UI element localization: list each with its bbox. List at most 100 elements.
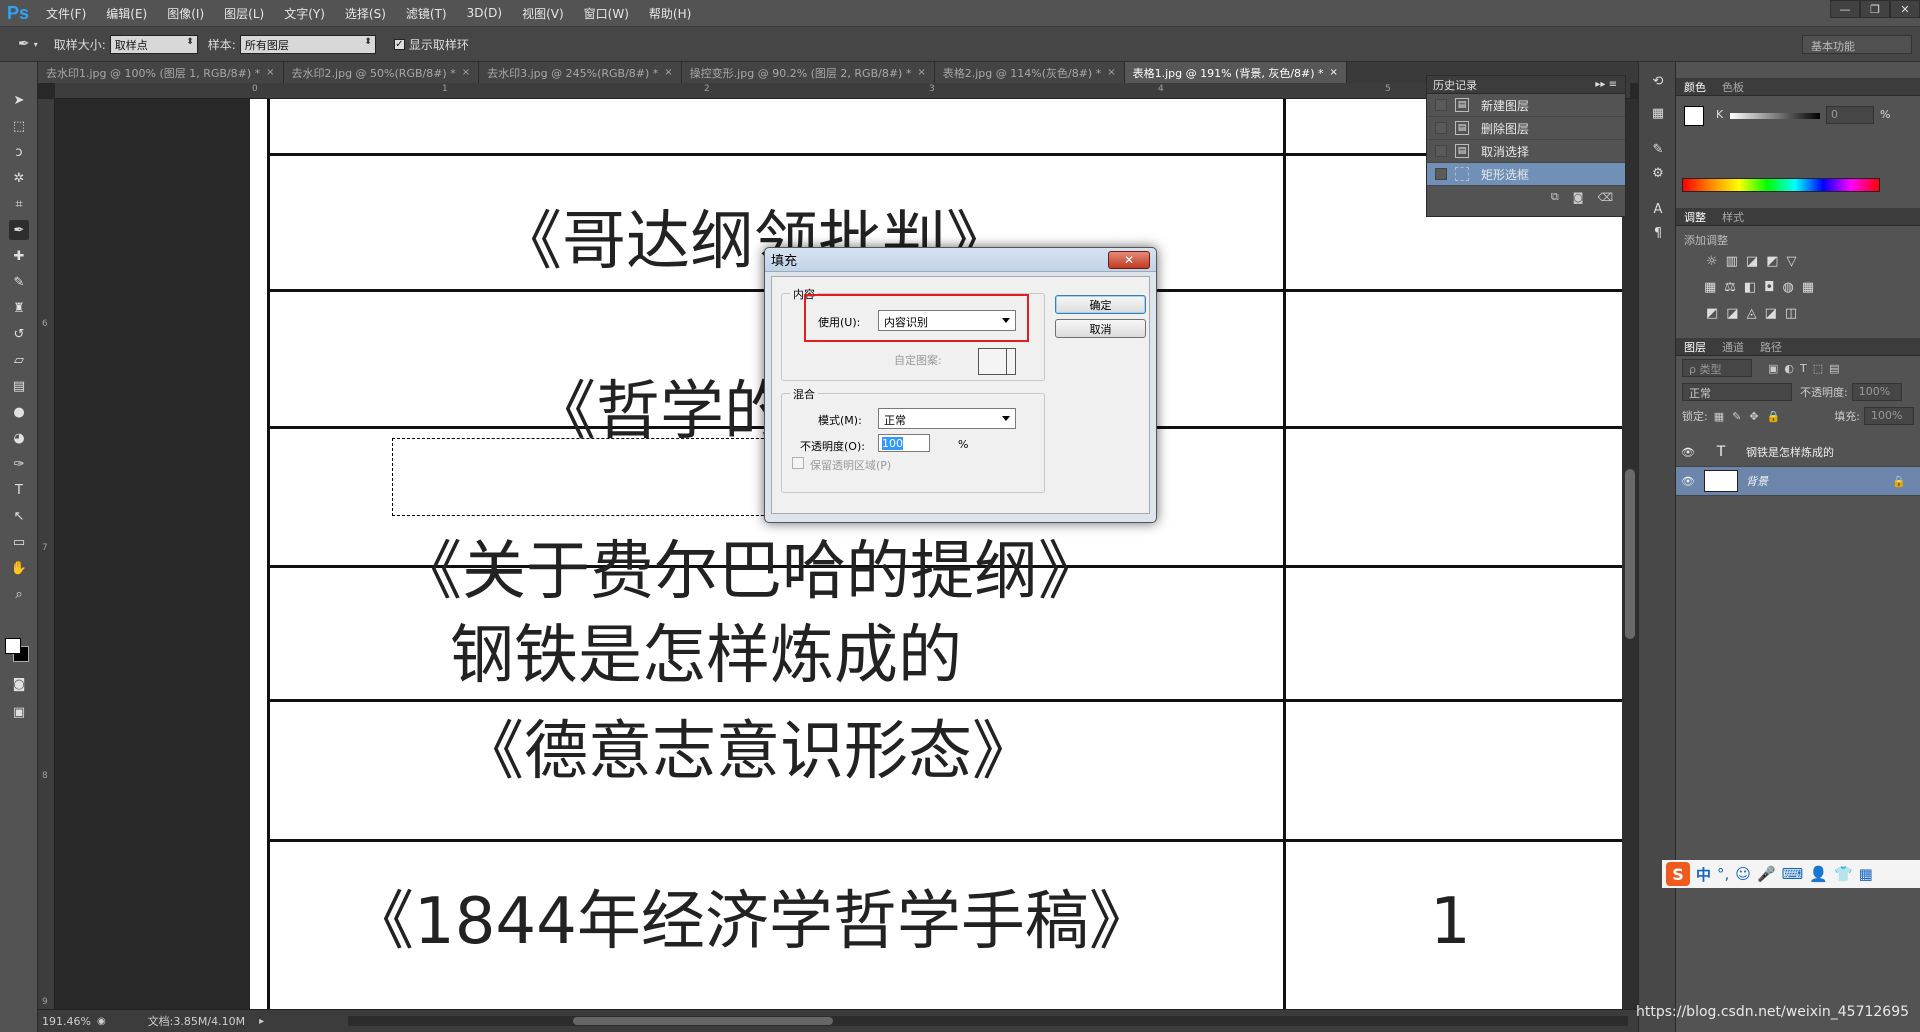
layer-row[interactable]: 👁 T 钢铁是怎样炼成的 (1676, 438, 1920, 467)
color-channel-slider[interactable] (1730, 113, 1820, 119)
marquee-tool-icon[interactable]: ⬚ (9, 116, 29, 136)
sogou-logo-icon[interactable]: S (1666, 862, 1690, 886)
sample-size-select[interactable]: 取样点 (109, 34, 198, 54)
tab-layers[interactable]: 图层 (1676, 339, 1714, 355)
tab-styles[interactable]: 样式 (1714, 209, 1752, 225)
foreground-color-swatch[interactable] (5, 638, 21, 654)
visibility-eye-icon[interactable]: 👁 (1676, 446, 1700, 459)
gradient-tool-icon[interactable]: ▤ (9, 376, 29, 396)
menu-layer[interactable]: 图层(L) (214, 5, 274, 22)
pen-tool-icon[interactable]: ✑ (9, 454, 29, 474)
eyedropper-tool-icon[interactable]: ✒ (9, 220, 29, 240)
preset-dropdown-icon[interactable]: ▾ (34, 40, 38, 49)
magic-wand-tool-icon[interactable]: ✲ (9, 168, 29, 188)
visibility-eye-icon[interactable]: 👁 (1676, 475, 1700, 488)
history-checkbox[interactable] (1435, 168, 1447, 180)
tab-document[interactable]: 表格2.jpg @ 114%(灰色/8#) * × (934, 62, 1125, 83)
history-checkbox[interactable] (1435, 145, 1447, 157)
zoom-tool-icon[interactable]: ⌕ (9, 584, 29, 604)
type-tool-icon[interactable]: T (9, 480, 29, 500)
ime-mode[interactable]: 中 (1696, 864, 1711, 885)
tab-close-icon[interactable]: × (917, 67, 925, 78)
sample-select[interactable]: 所有图层 (239, 34, 376, 54)
layer-fill-input[interactable]: 100% (1864, 407, 1914, 425)
toolbox-icon[interactable]: ▦ (1859, 865, 1873, 883)
healing-brush-tool-icon[interactable]: ✚ (9, 246, 29, 266)
vertical-scrollbar[interactable] (1622, 99, 1638, 1009)
skin-icon[interactable]: 👕 (1834, 865, 1853, 883)
tab-channels[interactable]: 通道 (1714, 339, 1752, 355)
panel-menu-icon[interactable]: ▸▸ ≡ (1595, 79, 1617, 90)
status-info-icon[interactable]: ◉ (97, 1016, 106, 1027)
properties-icon[interactable]: ▦ (1647, 102, 1669, 124)
tab-document[interactable]: 去水印3.jpg @ 245%(RGB/8#) * × (479, 62, 682, 83)
color-spectrum-bar[interactable] (1682, 178, 1880, 192)
history-checkbox[interactable] (1435, 99, 1447, 111)
tab-document[interactable]: 去水印1.jpg @ 100% (图层 1, RGB/8#) * × (38, 62, 284, 83)
scrollbar-thumb[interactable] (1625, 469, 1635, 639)
menu-3d[interactable]: 3D(D) (457, 6, 512, 20)
eyedropper-tool-preset-icon[interactable]: ✒ (18, 36, 30, 52)
blur-tool-icon[interactable]: ● (9, 402, 29, 422)
brush-presets-icon[interactable]: ✎ (1647, 138, 1669, 160)
dialog-title-bar[interactable]: 填充 (765, 248, 1156, 272)
history-item[interactable]: ▤ 删除图层 (1427, 117, 1625, 140)
minimize-button[interactable]: — (1830, 0, 1860, 18)
tab-adjustments[interactable]: 调整 (1676, 209, 1714, 225)
adjustment-icons-row-1[interactable]: ☼▥◪◩▽ (1706, 254, 1805, 269)
lock-icons[interactable]: ▦✎✥🔒 (1714, 410, 1789, 423)
keyboard-icon[interactable]: ⌨ (1782, 865, 1804, 883)
workspace-select[interactable]: 基本功能 (1802, 35, 1912, 54)
show-sampling-ring-checkbox[interactable]: ✓ (393, 38, 405, 50)
mode-select[interactable]: 正常 (878, 408, 1016, 429)
zoom-level[interactable]: 191.46% (42, 1015, 91, 1028)
brush-tool-icon[interactable]: ✎ (9, 272, 29, 292)
history-item[interactable]: ▤ 新建图层 (1427, 94, 1625, 117)
scrollbar-thumb[interactable] (573, 1017, 833, 1025)
history-item-active[interactable]: 矩形选框 (1427, 163, 1625, 186)
clone-stamp-tool-icon[interactable]: ♜ (9, 298, 29, 318)
tab-close-icon[interactable]: × (266, 67, 274, 78)
tool-presets-icon[interactable]: ⚙ (1647, 162, 1669, 184)
blend-mode-select[interactable]: 正常 (1682, 383, 1792, 401)
menu-window[interactable]: 窗口(W) (574, 5, 639, 22)
menu-edit[interactable]: 编辑(E) (96, 5, 157, 22)
horizontal-scrollbar[interactable] (348, 1016, 1628, 1026)
shape-tool-icon[interactable]: ▭ (9, 532, 29, 552)
custom-pattern-picker[interactable] (978, 348, 1016, 375)
character-panel-icon[interactable]: A (1647, 198, 1669, 220)
foreground-color-chip[interactable] (1684, 106, 1704, 126)
tab-document[interactable]: 去水印2.jpg @ 50%(RGB/8#) * × (283, 62, 480, 83)
menu-help[interactable]: 帮助(H) (639, 5, 701, 22)
history-panel-icon[interactable]: ⟲ (1647, 70, 1669, 92)
paragraph-panel-icon[interactable]: ¶ (1647, 222, 1669, 244)
ok-button[interactable]: 确定 (1055, 295, 1146, 314)
adjustment-icons-row-3[interactable]: ◩◪◬◪◫ (1706, 306, 1805, 321)
trash-icon[interactable]: ⌫ (1597, 191, 1613, 204)
dodge-tool-icon[interactable]: ◕ (9, 428, 29, 448)
menu-view[interactable]: 视图(V) (512, 5, 574, 22)
eraser-tool-icon[interactable]: ▱ (9, 350, 29, 370)
tab-close-icon[interactable]: × (664, 67, 672, 78)
layer-filter-select[interactable]: ρ 类型 (1682, 359, 1752, 377)
layer-row-active[interactable]: 👁 背景 🔒 (1676, 467, 1920, 496)
history-checkbox[interactable] (1435, 122, 1447, 134)
tab-close-icon[interactable]: × (1107, 67, 1115, 78)
adjustment-icons-row-2[interactable]: ▦⚖◧◘◍▦ (1704, 280, 1822, 295)
tab-close-icon[interactable]: × (1330, 67, 1338, 78)
history-brush-tool-icon[interactable]: ↺ (9, 324, 29, 344)
menu-select[interactable]: 选择(S) (335, 5, 396, 22)
history-item[interactable]: ▤ 取消选择 (1427, 140, 1625, 163)
screen-mode-icon[interactable]: ▣ (9, 702, 29, 722)
tab-paths[interactable]: 路径 (1752, 339, 1790, 355)
camera-icon[interactable]: ◙ (1573, 191, 1584, 204)
cancel-button[interactable]: 取消 (1055, 319, 1146, 338)
hand-tool-icon[interactable]: ✋ (9, 558, 29, 578)
user-icon[interactable]: 👤 (1809, 865, 1828, 883)
move-tool-icon[interactable]: ➤ (9, 90, 29, 110)
color-channel-input[interactable]: 0 (1826, 106, 1874, 124)
canvas-area[interactable]: 《哥达纲领批判》 《哲学的 《关于费尔巴哈的提纲》 钢铁是怎样炼成的 《德意志意… (55, 99, 1630, 1009)
menu-filter[interactable]: 滤镜(T) (396, 5, 457, 22)
preserve-transparency-checkbox[interactable] (792, 457, 804, 469)
layer-filter-icons[interactable]: ▣◐T⬚▤ (1768, 362, 1846, 375)
